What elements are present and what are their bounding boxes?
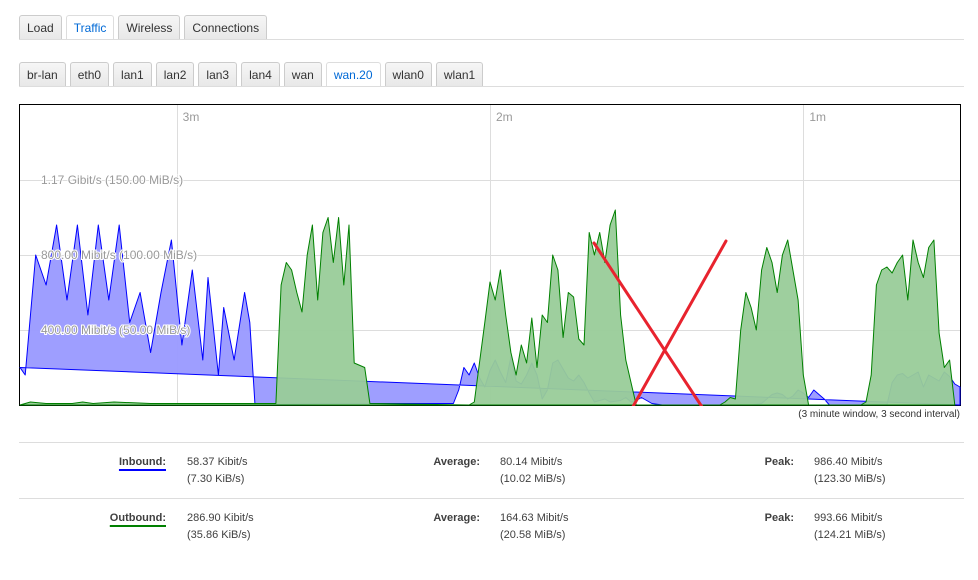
- tab-wlan0[interactable]: wlan0: [384, 62, 432, 86]
- inbound-current-bits: 58.37 Kibit/s: [187, 456, 248, 468]
- stats-divider-top: [19, 442, 964, 443]
- outbound-current: 286.90 Kibit/s (35.86 KiB/s): [187, 510, 254, 544]
- outbound-peak-label: Peak:: [764, 512, 794, 524]
- x-tick-label: 2m: [496, 110, 513, 124]
- tab-traffic[interactable]: Traffic: [65, 15, 115, 40]
- outbound-current-bytes: (35.86 KiB/s): [187, 529, 251, 541]
- tab-load[interactable]: Load: [19, 15, 62, 39]
- inbound-peak: 986.40 Mibit/s (123.30 MiB/s): [814, 454, 886, 488]
- interface-tabs-divider: [19, 86, 964, 87]
- outbound-average-bits: 164.63 Mibit/s: [500, 512, 569, 524]
- main-tabs-divider: [19, 39, 964, 40]
- inbound-label: Inbound:: [118, 456, 166, 468]
- outbound-average-label: Average:: [433, 512, 480, 524]
- tab-br-lan[interactable]: br-lan: [19, 62, 66, 86]
- tab-eth0[interactable]: eth0: [69, 62, 110, 86]
- inbound-peak-bits: 986.40 Mibit/s: [814, 456, 883, 468]
- y-tick-label: 1.17 Gibit/s (150.00 MiB/s): [41, 173, 183, 187]
- tab-connections[interactable]: Connections: [184, 15, 268, 39]
- inbound-average-bits: 80.14 Mibit/s: [500, 456, 563, 468]
- y-tick-label: 400.00 Mibit/s (50.00 MiB/s): [41, 323, 190, 337]
- tab-lan1[interactable]: lan1: [113, 62, 152, 86]
- outbound-peak-bytes: (124.21 MiB/s): [814, 529, 886, 541]
- stats-divider-middle: [19, 498, 964, 499]
- interface-tabs: br-lan eth0 lan1 lan2 lan3 lan4 wan wan.…: [19, 62, 484, 87]
- tab-wireless[interactable]: Wireless: [118, 15, 181, 39]
- inbound-average: 80.14 Mibit/s (10.02 MiB/s): [500, 454, 565, 488]
- graph-caption: (3 minute window, 3 second interval): [798, 409, 960, 420]
- traffic-graph: 3m 2m 1m 1.17 Gibit/s (150.00 MiB/s) 800.00 …: [19, 104, 961, 406]
- x-tick-label: 3m: [183, 110, 200, 124]
- tab-lan3[interactable]: lan3: [198, 62, 238, 86]
- y-tick-label: 800.00 Mibit/s (100.00 MiB/s): [41, 248, 197, 262]
- inbound-average-bytes: (10.02 MiB/s): [500, 473, 566, 485]
- main-tabs: Load Traffic Wireless Connections: [19, 15, 268, 40]
- outbound-peak-bits: 993.66 Mibit/s: [814, 512, 883, 524]
- tab-wan-20[interactable]: wan.20: [325, 62, 381, 87]
- inbound-current-bytes: (7.30 KiB/s): [187, 473, 245, 485]
- tab-lan2[interactable]: lan2: [155, 62, 195, 86]
- inbound-peak-bytes: (123.30 MiB/s): [814, 473, 886, 485]
- outbound-peak: 993.66 Mibit/s (124.21 MiB/s): [814, 510, 886, 544]
- inbound-current: 58.37 Kibit/s (7.30 KiB/s): [187, 454, 248, 488]
- outbound-current-bits: 286.90 Kibit/s: [187, 512, 254, 524]
- inbound-average-label: Average:: [433, 456, 480, 468]
- tab-wlan1[interactable]: wlan1: [435, 62, 484, 86]
- outbound-average: 164.63 Mibit/s (20.58 MiB/s): [500, 510, 568, 544]
- tab-wan[interactable]: wan: [283, 62, 322, 86]
- outbound-average-bytes: (20.58 MiB/s): [500, 529, 566, 541]
- tab-lan4[interactable]: lan4: [241, 62, 280, 86]
- x-tick-label: 1m: [809, 110, 826, 124]
- inbound-peak-label: Peak:: [764, 456, 794, 468]
- outbound-label: Outbound:: [109, 512, 166, 524]
